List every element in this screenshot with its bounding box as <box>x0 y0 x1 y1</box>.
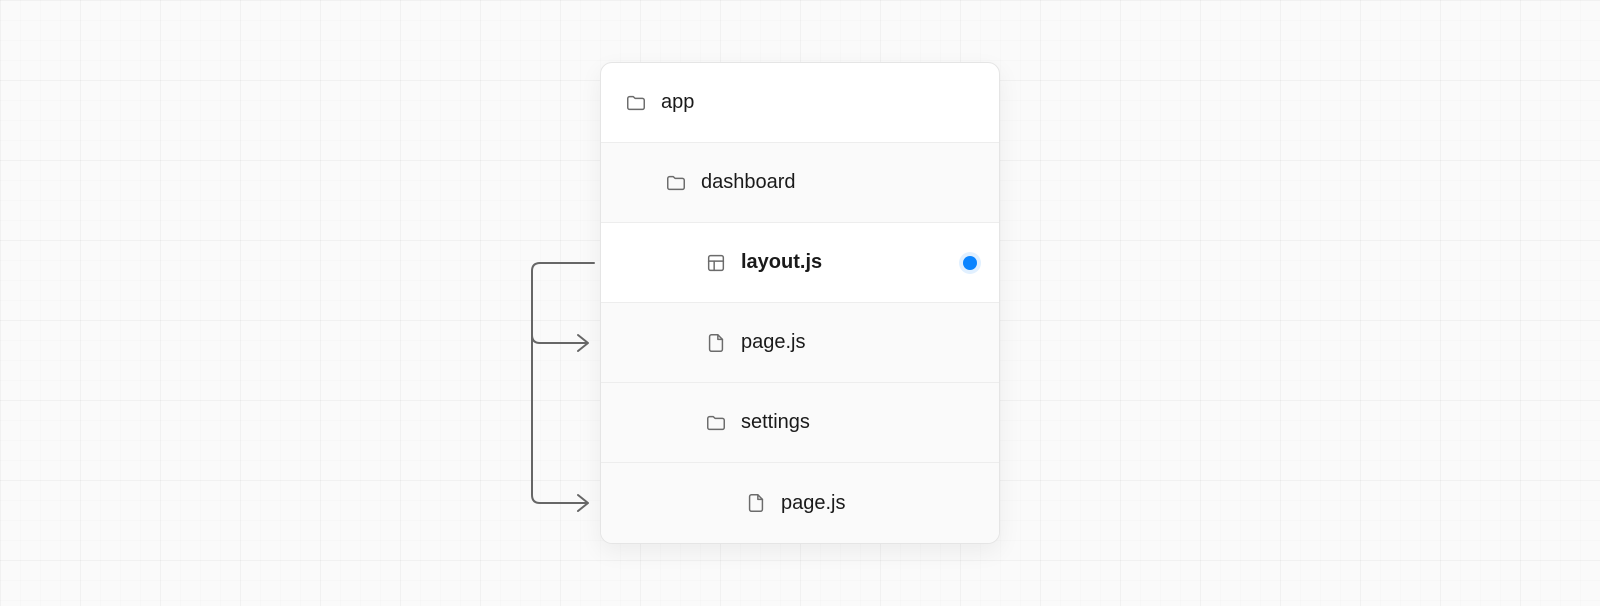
layout-icon <box>705 252 727 274</box>
tree-row-dashboard: dashboard <box>601 143 999 223</box>
diagram-stage: app dashboard layout.j <box>0 0 1600 606</box>
tree-row-layout-js: layout.js <box>601 223 999 303</box>
file-tree-card: app dashboard layout.j <box>600 62 1000 544</box>
active-indicator-dot <box>963 256 977 270</box>
tree-row-label: app <box>661 91 694 114</box>
file-icon <box>745 492 767 514</box>
tree-row-page-js: page.js <box>601 303 999 383</box>
tree-row-label: settings <box>741 411 810 434</box>
tree-row-label: layout.js <box>741 251 822 274</box>
connector-arrows <box>520 62 600 544</box>
tree-row-settings-page-js: page.js <box>601 463 999 543</box>
tree-row-label: page.js <box>781 492 846 515</box>
tree-row-label: page.js <box>741 331 806 354</box>
tree-row-label: dashboard <box>701 171 796 194</box>
folder-icon <box>665 172 687 194</box>
folder-icon <box>705 412 727 434</box>
file-icon <box>705 332 727 354</box>
tree-row-root: app <box>601 63 999 143</box>
folder-icon <box>625 92 647 114</box>
tree-row-settings: settings <box>601 383 999 463</box>
diagram-cluster: app dashboard layout.j <box>600 62 1000 544</box>
